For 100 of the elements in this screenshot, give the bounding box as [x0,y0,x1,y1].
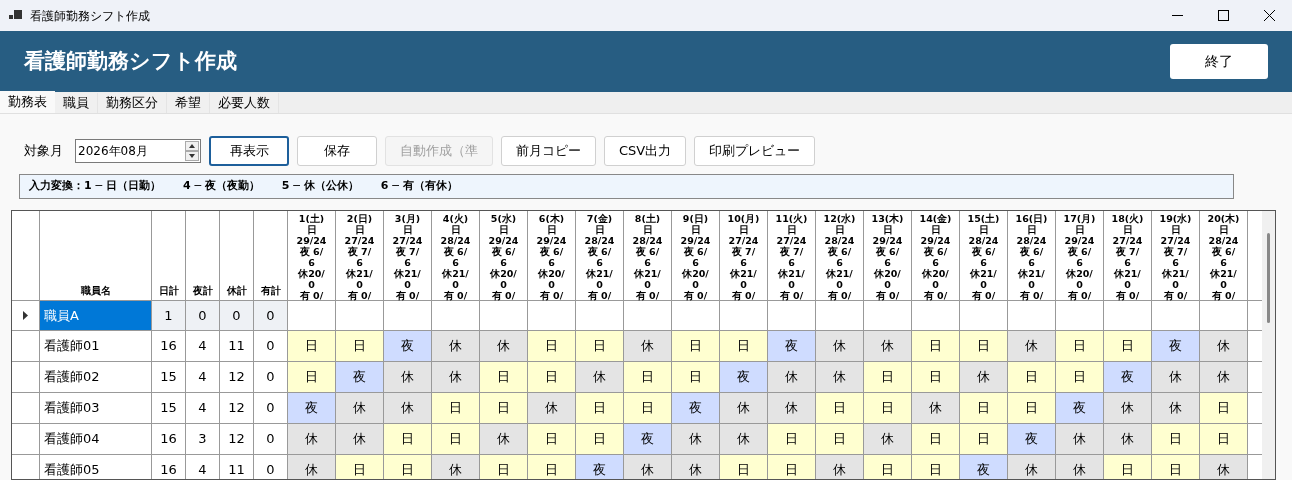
spin-up-icon[interactable] [185,141,199,151]
shift-cell[interactable]: 休 [1008,331,1056,361]
shift-cell[interactable]: 休 [1152,362,1200,392]
shift-cell[interactable]: 休 [816,455,864,479]
tab[interactable]: 勤務表 [0,91,55,113]
shift-cell[interactable]: 日 [912,362,960,392]
shift-cell[interactable]: 日 [288,331,336,361]
shift-cell[interactable]: 夜 [1008,424,1056,454]
shift-cell[interactable]: 日 [816,393,864,423]
shift-cell[interactable]: 日 [960,393,1008,423]
shift-cell[interactable]: 日 [912,331,960,361]
shift-cell[interactable]: 日 [1104,455,1152,479]
toolbar-button[interactable]: 前月コピー [501,136,596,166]
shift-cell[interactable]: 日 [912,424,960,454]
shift-cell[interactable]: 日 [1200,393,1248,423]
shift-cell[interactable]: 日 [384,455,432,479]
shift-cell[interactable]: 休 [384,362,432,392]
shift-cell[interactable]: 休 [768,393,816,423]
shift-cell[interactable]: 日 [1152,424,1200,454]
shift-cell[interactable]: 休 [432,455,480,479]
shift-cell[interactable]: 休 [480,424,528,454]
shift-cell[interactable]: 休 [1200,455,1248,479]
shift-cell[interactable]: 日 [960,331,1008,361]
toolbar-button[interactable]: CSV出力 [604,136,687,166]
shift-cell[interactable]: 日 [576,424,624,454]
shift-cell[interactable]: 休 [816,331,864,361]
shift-cell[interactable]: 休 [720,424,768,454]
shift-cell[interactable]: 日 [576,393,624,423]
shift-cell[interactable]: 休 [912,393,960,423]
shift-cell[interactable]: 日 [1152,455,1200,479]
shift-cell[interactable]: 日 [288,362,336,392]
shift-cell[interactable]: 日 [720,455,768,479]
shift-cell[interactable]: 夜 [720,362,768,392]
toolbar-button[interactable]: 保存 [297,136,377,166]
shift-cell[interactable]: 日 [816,424,864,454]
shift-cell[interactable]: 夜 [1104,362,1152,392]
shift-cell[interactable]: 夜 [336,362,384,392]
shift-cell[interactable]: 日 [432,424,480,454]
shift-cell[interactable]: 日 [528,331,576,361]
shift-cell[interactable]: 休 [864,424,912,454]
vertical-scrollbar[interactable] [1262,211,1275,479]
shift-cell[interactable]: 休 [672,424,720,454]
shift-cell[interactable]: 日 [336,455,384,479]
shift-cell[interactable]: 休 [672,455,720,479]
shift-cell[interactable]: 日 [624,393,672,423]
shift-cell[interactable]: 休 [816,362,864,392]
shift-cell[interactable]: 夜 [768,331,816,361]
spin-down-icon[interactable] [185,151,199,161]
shift-cell[interactable]: 休 [1056,455,1104,479]
shift-cell[interactable]: 休 [1008,455,1056,479]
name-cell[interactable]: 職員A [40,301,152,330]
shift-cell[interactable]: 休 [1056,424,1104,454]
shift-cell[interactable]: 日 [720,331,768,361]
shift-cell[interactable]: 日 [1056,362,1104,392]
shift-cell[interactable]: 日 [768,424,816,454]
shift-cell[interactable]: 日 [336,331,384,361]
shift-cell[interactable]: 休 [288,424,336,454]
scrollbar-thumb[interactable] [1267,233,1270,323]
shift-cell[interactable]: 休 [768,362,816,392]
shift-cell[interactable]: 日 [384,424,432,454]
shift-cell[interactable]: 夜 [384,331,432,361]
shift-cell[interactable]: 日 [528,455,576,479]
shift-cell[interactable]: 休 [1200,362,1248,392]
exit-button[interactable]: 終了 [1170,44,1268,79]
shift-cell[interactable]: 日 [480,455,528,479]
shift-cell[interactable]: 休 [528,393,576,423]
shift-cell[interactable]: 休 [288,455,336,479]
shift-cell[interactable]: 日 [768,455,816,479]
shift-cell[interactable]: 休 [624,331,672,361]
shift-cell[interactable]: 休 [576,362,624,392]
shift-cell[interactable]: 日 [960,424,1008,454]
toolbar-button[interactable]: 再表示 [209,136,289,166]
shift-cell[interactable]: 休 [480,331,528,361]
shift-cell[interactable]: 日 [432,393,480,423]
shift-cell[interactable]: 日 [1008,362,1056,392]
shift-cell[interactable]: 日 [480,362,528,392]
shift-cell[interactable]: 日 [672,362,720,392]
shift-cell[interactable]: 日 [864,455,912,479]
shift-cell[interactable]: 夜 [960,455,1008,479]
shift-cell[interactable]: 休 [960,362,1008,392]
shift-cell[interactable]: 日 [912,455,960,479]
shift-cell[interactable]: 夜 [1152,331,1200,361]
shift-cell[interactable]: 休 [864,331,912,361]
shift-cell[interactable]: 夜 [672,393,720,423]
shift-cell[interactable]: 日 [528,362,576,392]
shift-cell[interactable]: 休 [432,331,480,361]
shift-cell[interactable]: 休 [384,393,432,423]
shift-cell[interactable]: 夜 [576,455,624,479]
shift-cell[interactable]: 休 [432,362,480,392]
shift-cell[interactable]: 日 [576,331,624,361]
shift-cell[interactable]: 休 [1104,424,1152,454]
shift-cell[interactable]: 日 [1104,331,1152,361]
shift-cell[interactable]: 休 [624,455,672,479]
shift-cell[interactable]: 日 [480,393,528,423]
shift-cell[interactable]: 休 [1200,331,1248,361]
shift-cell[interactable]: 夜 [624,424,672,454]
toolbar-button[interactable]: 印刷プレビュー [694,136,816,166]
month-field[interactable]: 2026年08月 [75,139,201,163]
shift-cell[interactable]: 休 [1104,393,1152,423]
shift-cell[interactable]: 休 [1152,393,1200,423]
